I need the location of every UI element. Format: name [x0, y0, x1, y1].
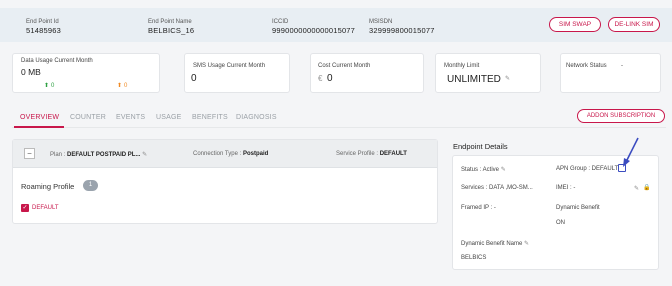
- plan-summary-bar: − Plan : DEFAULT POSTPAID PL... ✎ Connec…: [13, 140, 437, 168]
- upload-value: 0: [50, 83, 55, 89]
- endpoint-name-label: End Point Name: [148, 19, 192, 25]
- addon-subscription-button[interactable]: ADDON SUBSCRIPTION: [577, 109, 665, 123]
- tab-diagnosis[interactable]: DIAGNOSIS: [236, 114, 277, 121]
- sms-usage-card: SMS Usage Current Month 0: [184, 53, 290, 93]
- plan-field: Plan : DEFAULT POSTPAID PL... ✎: [50, 151, 147, 158]
- imei-text: IMEI : -: [556, 185, 576, 191]
- data-usage-value: 0 MB: [21, 67, 41, 77]
- service-profile-value: DEFAULT: [379, 151, 407, 157]
- dynamic-benefit-name-field: Dynamic Benefit Name ✎: [461, 240, 529, 247]
- cost-card: Cost Current Month € 0: [310, 53, 424, 93]
- msisdn-value: 329999800015077: [369, 26, 435, 35]
- monthly-limit-value: UNLIMITED: [447, 74, 501, 85]
- iccid-label: ICCID: [272, 19, 289, 25]
- currency-symbol: €: [318, 74, 323, 83]
- edit-benefit-name-icon[interactable]: ✎: [524, 241, 529, 247]
- data-usage-card: Data Usage Current Month 0 MB ⬆ 0 ⬆ 0: [12, 53, 160, 93]
- roaming-profile-title: Roaming Profile: [21, 182, 75, 191]
- annotation-arrow-icon: [623, 137, 639, 167]
- msisdn-label: MSISDN: [369, 19, 393, 25]
- service-profile-field: Service Profile : DEFAULT: [336, 151, 407, 157]
- connection-type-field: Connection Type : Postpaid: [193, 151, 268, 157]
- download-indicator: ⬆ 0: [117, 82, 127, 89]
- iccid-field: ICCID 9990000000000015077: [272, 18, 355, 36]
- cost-value: 0: [327, 73, 333, 84]
- lock-icon[interactable]: 🔒: [643, 184, 650, 191]
- apn-group-text: APN Group : DEFAULT: [556, 166, 619, 172]
- delink-sim-button[interactable]: DE-LINK SIM: [608, 17, 660, 32]
- tab-benefits[interactable]: BENEFITS: [192, 114, 228, 121]
- tab-usage[interactable]: USAGE: [156, 114, 182, 121]
- roaming-checkbox[interactable]: ✓: [21, 204, 29, 212]
- monthly-limit-title: Monthly Limit: [444, 63, 480, 69]
- status-text: Status : Active: [461, 167, 500, 173]
- connection-type-value: Postpaid: [242, 151, 269, 157]
- roaming-count-badge: 1: [83, 180, 98, 191]
- endpoint-id-field: End Point Id 51485963: [26, 18, 61, 36]
- collapse-icon[interactable]: −: [24, 148, 35, 159]
- edit-plan-icon[interactable]: ✎: [142, 152, 147, 158]
- edit-limit-icon[interactable]: ✎: [505, 75, 510, 82]
- upload-indicator: ⬆ 0: [44, 82, 54, 89]
- tab-counter[interactable]: COUNTER: [70, 114, 106, 121]
- dynamic-benefit-value: ON: [556, 220, 565, 226]
- sms-usage-title: SMS Usage Current Month: [193, 63, 266, 69]
- plan-panel: − Plan : DEFAULT POSTPAID PL... ✎ Connec…: [12, 139, 438, 224]
- data-usage-title: Data Usage Current Month: [21, 58, 93, 64]
- arrow-down-icon: ⬆: [117, 83, 123, 89]
- endpoint-name-field: End Point Name BELBICS_16: [148, 18, 194, 36]
- roaming-item-label: DEFAULT: [32, 205, 59, 211]
- arrow-up-icon: ⬆: [44, 83, 50, 89]
- edit-imei-icon[interactable]: ✎: [634, 185, 639, 192]
- plan-value: DEFAULT POSTPAID PL...: [67, 152, 141, 158]
- network-status-value: -: [621, 63, 623, 69]
- endpoint-details-title: Endpoint Details: [453, 142, 508, 151]
- sms-usage-value: 0: [191, 73, 197, 84]
- connection-type-label: Connection Type :: [193, 151, 242, 157]
- download-value: 0: [123, 83, 128, 89]
- service-profile-label: Service Profile :: [336, 151, 379, 157]
- dynamic-benefit-name-label: Dynamic Benefit Name: [461, 241, 523, 247]
- dynamic-benefit-name-value: BELBICS: [461, 255, 487, 261]
- network-status-title: Network Status: [566, 63, 607, 69]
- tab-divider: [12, 127, 666, 128]
- endpoint-name-value: BELBICS_16: [148, 26, 195, 35]
- active-tab-indicator: [14, 126, 64, 128]
- network-status-card: Network Status -: [560, 53, 661, 93]
- iccid-value: 9990000000000015077: [272, 26, 356, 35]
- endpoint-details-panel: Status : Active ✎ APN Group : DEFAULT Se…: [452, 155, 659, 270]
- endpoint-id-label: End Point Id: [26, 19, 59, 25]
- cost-title: Cost Current Month: [318, 63, 371, 69]
- monthly-limit-card: Monthly Limit UNLIMITED ✎: [435, 53, 541, 93]
- msisdn-field: MSISDN 329999800015077: [369, 18, 435, 36]
- dynamic-benefit-label: Dynamic Benefit: [556, 205, 600, 211]
- endpoint-id-value: 51485963: [26, 26, 61, 35]
- edit-status-icon[interactable]: ✎: [501, 167, 506, 173]
- framed-ip-text: Framed IP : -: [461, 205, 496, 211]
- tab-events[interactable]: EVENTS: [116, 114, 145, 121]
- plan-label: Plan :: [50, 152, 66, 158]
- tab-overview[interactable]: OVERVIEW: [20, 114, 59, 121]
- sim-swap-button[interactable]: SIM SWAP: [549, 17, 601, 32]
- services-text: Services : DATA ,MO-SM...: [461, 185, 533, 191]
- status-field: Status : Active ✎: [461, 166, 506, 173]
